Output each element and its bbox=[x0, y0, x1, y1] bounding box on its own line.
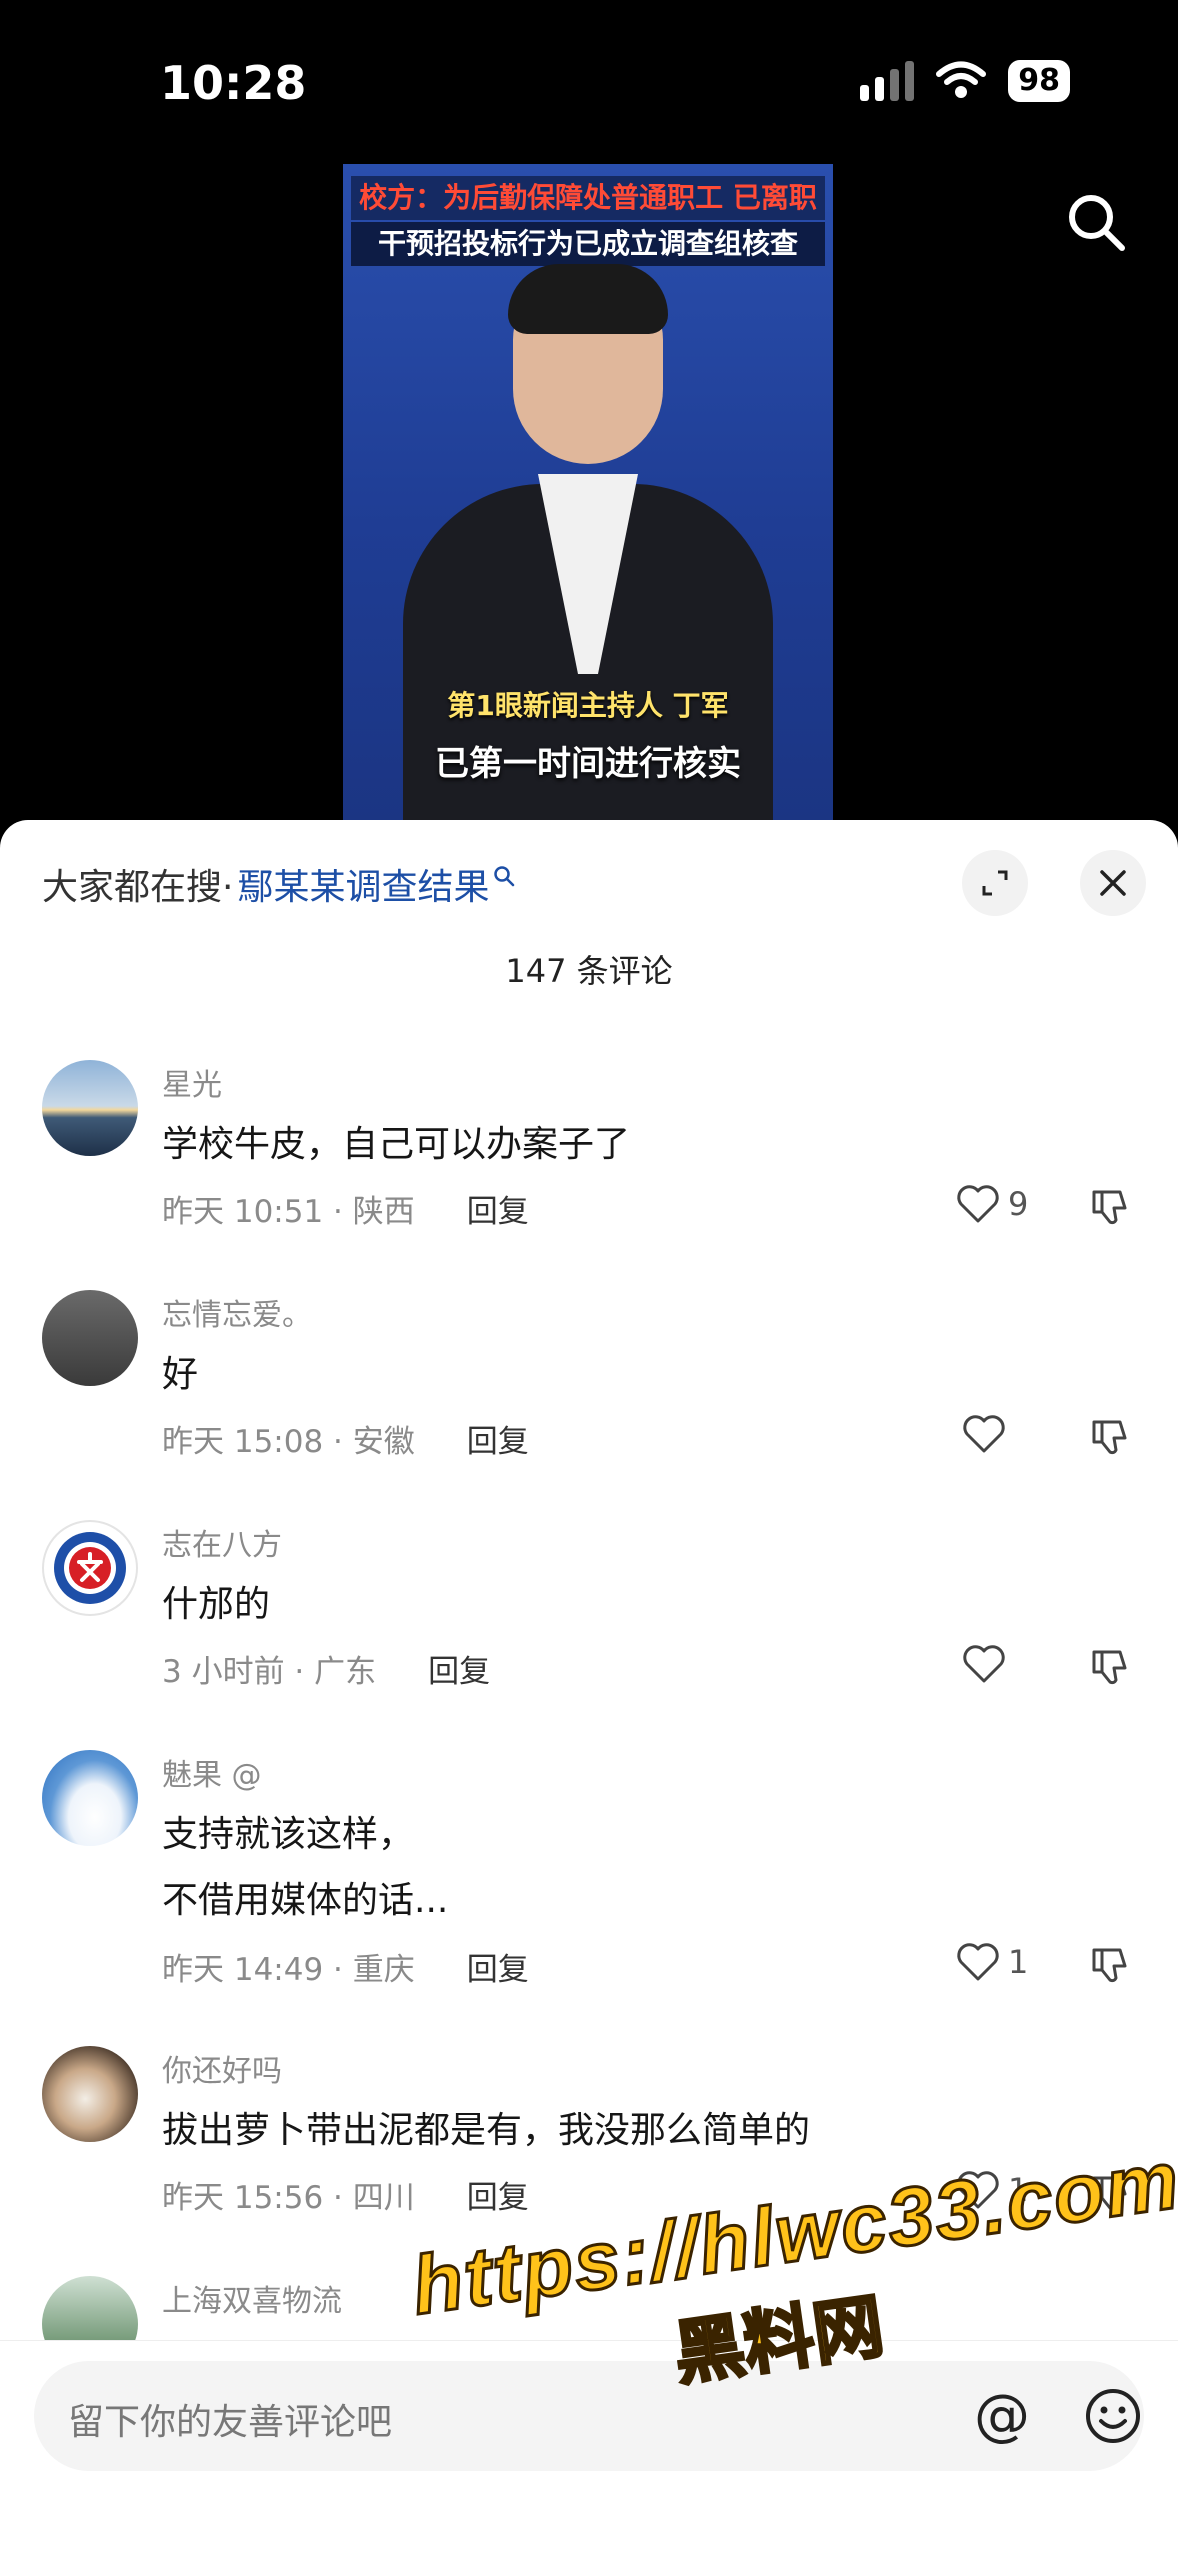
like-button[interactable] bbox=[962, 1644, 1006, 1684]
video-frame[interactable]: 校方：为后勤保障处普通职工 已离职 干预招投标行为已成立调查组核查 第1眼新闻主… bbox=[343, 164, 833, 820]
expand-button[interactable] bbox=[962, 850, 1028, 916]
comment-time-location: 昨天 10:51 · 陕西 bbox=[162, 1194, 415, 1230]
comment-item: 志在八方 什邡的 3 小时前 · 广东 回复 bbox=[0, 1520, 1178, 1740]
comment-text: 什邡的 bbox=[162, 1584, 271, 1625]
video-player[interactable]: 校方：为后勤保障处普通职工 已离职 干预招投标行为已成立调查组核查 第1眼新闻主… bbox=[0, 150, 1178, 820]
comment-text: 拔出萝卜带出泥都是有，我没那么简单的 bbox=[162, 2110, 811, 2151]
heart-icon bbox=[957, 1943, 999, 1981]
cellular-signal-icon bbox=[860, 61, 915, 101]
comment-text-line2: 不借用媒体的话... bbox=[162, 1880, 449, 1921]
like-button[interactable]: 9 bbox=[956, 1184, 1028, 1224]
comment-username[interactable]: 星光 bbox=[162, 1060, 222, 1104]
dislike-icon[interactable] bbox=[1088, 1186, 1130, 1228]
comment-count: 147 条评论 bbox=[505, 952, 673, 990]
avatar[interactable] bbox=[42, 2046, 138, 2142]
avatar[interactable] bbox=[42, 1750, 138, 1846]
comment-username[interactable]: 上海双喜物流 bbox=[162, 2276, 342, 2320]
video-headline-line1: 校方：为后勤保障处普通职工 已离职 bbox=[351, 176, 825, 220]
anchor-name-caption: 第1眼新闻主持人 丁军 bbox=[447, 689, 729, 722]
like-count: 1 bbox=[1008, 1943, 1029, 1981]
comment-meta: 昨天 15:08 · 安徽 回复 bbox=[162, 1416, 529, 1461]
reply-button[interactable]: 回复 bbox=[467, 1416, 529, 1461]
police-badge-icon bbox=[54, 1532, 126, 1604]
dislike-icon[interactable] bbox=[1088, 1944, 1130, 1986]
reply-button[interactable]: 回复 bbox=[467, 1186, 529, 1231]
news-anchor-hair bbox=[508, 264, 668, 334]
trending-search-prefix: 大家都在搜· bbox=[42, 867, 234, 908]
mention-button[interactable]: @ bbox=[974, 2383, 1030, 2448]
comment-username[interactable]: 魅果 @ bbox=[162, 1750, 262, 1794]
comment-item: 忘情忘爱。 好 昨天 15:08 · 安徽 回复 bbox=[0, 1290, 1178, 1510]
comment-meta: 3 小时前 · 广东 回复 bbox=[162, 1646, 490, 1691]
reply-button[interactable]: 回复 bbox=[428, 1646, 490, 1691]
comment-text: 好 bbox=[162, 1354, 199, 1395]
search-icon bbox=[494, 866, 515, 887]
trending-search-keyword[interactable]: 鄢某某调查结果 bbox=[237, 858, 489, 910]
status-bar: 10:28 98 bbox=[0, 0, 1178, 150]
avatar[interactable] bbox=[42, 1290, 138, 1386]
avatar[interactable] bbox=[42, 1060, 138, 1156]
trending-search[interactable]: 大家都在搜· 鄢某某调查结果 bbox=[42, 856, 515, 912]
comment-meta: 昨天 14:49 · 重庆 回复 bbox=[162, 1944, 529, 1989]
dislike-icon[interactable] bbox=[1088, 1646, 1130, 1688]
heart-icon bbox=[963, 1645, 1005, 1683]
comment-input-placeholder: 留下你的友善评论吧 bbox=[68, 2402, 393, 2443]
reply-button[interactable]: 回复 bbox=[467, 2172, 529, 2217]
close-button[interactable] bbox=[1080, 850, 1146, 916]
video-headline-line2: 干预招投标行为已成立调查组核查 bbox=[351, 222, 825, 266]
like-button[interactable] bbox=[962, 1414, 1006, 1454]
comment-item: 星光 学校牛皮，自己可以办案子了 昨天 10:51 · 陕西 回复 9 bbox=[0, 1060, 1178, 1280]
video-subtitle: 已第一时间进行核实 bbox=[435, 744, 741, 784]
comment-username[interactable]: 你还好吗 bbox=[162, 2046, 282, 2090]
status-icons: 98 bbox=[860, 60, 1070, 102]
comment-time-location: 3 小时前 · 广东 bbox=[162, 1654, 377, 1690]
avatar[interactable] bbox=[42, 2276, 138, 2340]
wifi-icon bbox=[936, 61, 987, 98]
comment-time-location: 昨天 15:08 · 安徽 bbox=[162, 1424, 415, 1460]
reply-button[interactable]: 回复 bbox=[467, 1944, 529, 1989]
dislike-icon[interactable] bbox=[1088, 1416, 1130, 1458]
heart-icon bbox=[963, 1415, 1005, 1453]
heart-icon bbox=[957, 1185, 999, 1223]
avatar[interactable] bbox=[42, 1520, 138, 1616]
comment-username[interactable]: 忘情忘爱。 bbox=[162, 1290, 312, 1334]
comment-username[interactable]: 志在八方 bbox=[162, 1520, 282, 1564]
battery-indicator: 98 bbox=[1008, 60, 1070, 102]
comment-meta: 昨天 15:56 · 四川 回复 bbox=[162, 2172, 529, 2217]
expand-icon bbox=[982, 870, 1008, 896]
comment-time-location: 昨天 15:56 · 四川 bbox=[162, 2180, 415, 2216]
comment-text: 学校牛皮，自己可以办案子了 bbox=[162, 1124, 631, 1165]
search-icon[interactable] bbox=[1064, 190, 1128, 254]
status-time: 10:28 bbox=[160, 56, 307, 110]
comment-time-location: 昨天 14:49 · 重庆 bbox=[162, 1952, 415, 1988]
like-button[interactable]: 1 bbox=[956, 1942, 1028, 1982]
comment-meta: 昨天 10:51 · 陕西 回复 bbox=[162, 1186, 529, 1231]
like-count: 9 bbox=[1008, 1185, 1029, 1223]
emoji-icon[interactable] bbox=[1084, 2387, 1142, 2445]
close-icon bbox=[1100, 870, 1126, 896]
comment-item: 魅果 @ 支持就该这样， 不借用媒体的话... 昨天 14:49 · 重庆 回复… bbox=[0, 1750, 1178, 2040]
comment-text-line1: 支持就该这样， bbox=[162, 1814, 415, 1855]
